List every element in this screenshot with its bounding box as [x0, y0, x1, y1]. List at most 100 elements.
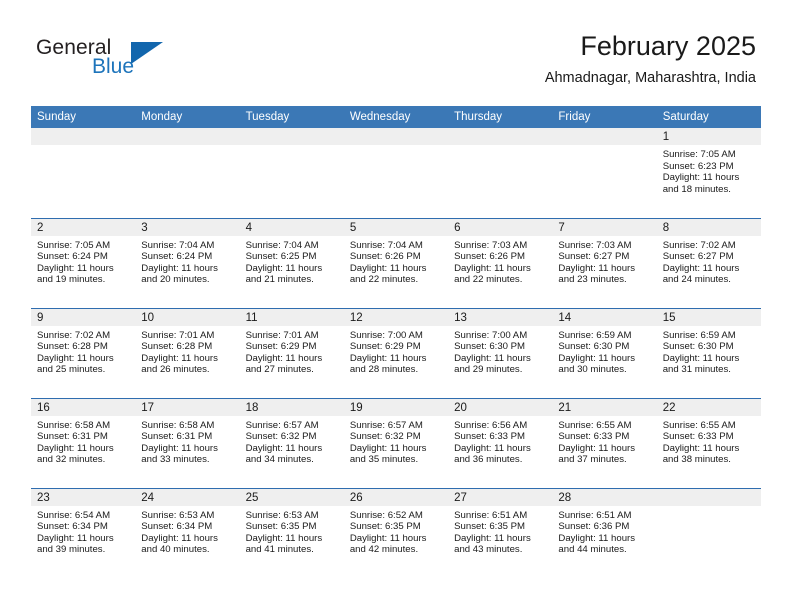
weekday-header-friday: Friday [552, 106, 657, 128]
calendar-day-cell[interactable]: 25 Sunrise: 6:53 AM Sunset: 6:35 PM Dayligh… [239, 487, 344, 578]
sunrise-text: Sunrise: 6:56 AM [454, 419, 528, 431]
day-number: 20 [448, 398, 553, 416]
sunrise-text: Sunrise: 7:04 AM [349, 239, 423, 251]
day-details: Sunrise: 6:57 AM Sunset: 6:32 PM Daylight:… [344, 416, 448, 466]
sunrise-text: Sunrise: 6:53 AM [245, 509, 319, 521]
day-details: Sunrise: 6:53 AM Sunset: 6:34 PM Daylight:… [135, 506, 239, 556]
calendar-day-cell[interactable]: 20 Sunrise: 6:56 AM Sunset: 6:33 PM Dayligh… [448, 397, 553, 488]
sunrise-text: Sunrise: 6:58 AM [141, 419, 215, 431]
sunset-text: Sunset: 6:34 PM [37, 521, 108, 533]
calendar-day-cell[interactable]: 28 Sunrise: 6:51 AM Sunset: 6:36 PM Dayligh… [552, 487, 657, 578]
sunrise-text: Sunrise: 6:51 AM [558, 509, 632, 521]
brand-logo[interactable]: General Blue [36, 36, 216, 88]
calendar-day-cell[interactable]: 15 Sunrise: 6:59 AM Sunset: 6:30 PM Dayligh… [656, 307, 761, 398]
calendar-empty-cell [31, 128, 136, 218]
day-details: Sunrise: 7:01 AM Sunset: 6:29 PM Daylight:… [240, 326, 344, 376]
daylight-text: Daylight: 11 hours and 30 minutes. [558, 352, 636, 376]
calendar-day-cell[interactable]: 10 Sunrise: 7:01 AM Sunset: 6:28 PM Dayligh… [135, 307, 240, 398]
calendar-empty-cell [239, 128, 344, 218]
daylight-text: Daylight: 11 hours and 32 minutes. [37, 442, 114, 466]
day-number [343, 128, 449, 145]
day-number: 25 [239, 488, 344, 506]
day-details: Sunrise: 6:52 AM Sunset: 6:35 PM Daylight:… [344, 506, 448, 556]
calendar-day-cell[interactable]: 26 Sunrise: 6:52 AM Sunset: 6:35 PM Dayligh… [343, 487, 449, 578]
daylight-text: Daylight: 11 hours and 38 minutes. [662, 442, 740, 466]
day-details: Sunrise: 6:58 AM Sunset: 6:31 PM Daylight:… [31, 416, 135, 466]
day-details: Sunrise: 6:59 AM Sunset: 6:30 PM Daylight:… [552, 326, 656, 376]
day-number: 12 [343, 308, 449, 326]
day-number: 5 [343, 218, 449, 236]
day-number: 9 [31, 308, 136, 326]
sunset-text: Sunset: 6:35 PM [454, 521, 526, 533]
brand-name-blue: Blue [92, 55, 135, 78]
sunrise-text: Sunrise: 7:00 AM [349, 329, 423, 341]
sunset-text: Sunset: 6:36 PM [558, 521, 630, 533]
calendar-header-row: Sunday Monday Tuesday Wednesday Thursday… [31, 106, 761, 128]
day-number: 8 [656, 218, 761, 236]
calendar-day-cell[interactable]: 19 Sunrise: 6:57 AM Sunset: 6:32 PM Dayligh… [343, 397, 449, 488]
day-details: Sunrise: 6:54 AM Sunset: 6:34 PM Daylight:… [31, 506, 135, 556]
calendar-day-cell[interactable]: 13 Sunrise: 7:00 AM Sunset: 6:30 PM Dayligh… [448, 307, 553, 398]
title-block: February 2025 Ahmadnagar, Maharashtra, I… [545, 30, 756, 88]
sunrise-text: Sunrise: 6:59 AM [558, 329, 632, 341]
calendar-page: General Blue February 2025 Ahmadnagar, M… [0, 0, 792, 612]
day-number: 23 [31, 488, 136, 506]
daylight-text: Daylight: 11 hours and 44 minutes. [558, 532, 636, 556]
day-number [31, 128, 136, 145]
weekday-header-tuesday: Tuesday [239, 106, 344, 128]
calendar-day-cell[interactable]: 3 Sunrise: 7:04 AM Sunset: 6:24 PM Daylight… [135, 217, 240, 308]
calendar-day-cell[interactable]: 4 Sunrise: 7:04 AM Sunset: 6:25 PM Daylight… [239, 217, 344, 308]
calendar-day-cell[interactable]: 6 Sunrise: 7:03 AM Sunset: 6:26 PM Daylight… [448, 217, 553, 308]
day-details: Sunrise: 6:53 AM Sunset: 6:35 PM Daylight:… [240, 506, 344, 556]
calendar-week-row: 23 Sunrise: 6:54 AM Sunset: 6:34 PM Dayligh… [31, 487, 761, 578]
sunset-text: Sunset: 6:27 PM [558, 251, 630, 263]
day-number: 13 [448, 308, 553, 326]
day-details: Sunrise: 6:58 AM Sunset: 6:31 PM Daylight:… [135, 416, 239, 466]
day-number: 21 [552, 398, 657, 416]
calendar-day-cell[interactable]: 17 Sunrise: 6:58 AM Sunset: 6:31 PM Dayligh… [135, 397, 240, 488]
day-details: Sunrise: 7:03 AM Sunset: 6:26 PM Daylight:… [448, 236, 552, 286]
weekday-header-sunday: Sunday [31, 106, 136, 128]
calendar-empty-cell [448, 128, 553, 218]
day-number: 18 [239, 398, 344, 416]
daylight-text: Daylight: 11 hours and 18 minutes. [662, 172, 740, 195]
calendar-day-cell[interactable]: 16 Sunrise: 6:58 AM Sunset: 6:31 PM Dayligh… [31, 397, 136, 488]
day-number [135, 128, 240, 145]
calendar-day-cell[interactable]: 12 Sunrise: 7:00 AM Sunset: 6:29 PM Dayligh… [343, 307, 449, 398]
calendar-day-cell[interactable]: 22 Sunrise: 6:55 AM Sunset: 6:33 PM Dayligh… [656, 397, 761, 488]
day-number: 7 [552, 218, 657, 236]
calendar-day-cell[interactable]: 18 Sunrise: 6:57 AM Sunset: 6:32 PM Dayligh… [239, 397, 344, 488]
sunrise-text: Sunrise: 7:01 AM [141, 329, 215, 341]
calendar-week-row: 16 Sunrise: 6:58 AM Sunset: 6:31 PM Dayligh… [31, 397, 761, 488]
daylight-text: Daylight: 11 hours and 25 minutes. [37, 352, 114, 376]
sunset-text: Sunset: 6:25 PM [245, 251, 317, 263]
day-details: Sunrise: 6:57 AM Sunset: 6:32 PM Daylight:… [240, 416, 344, 466]
calendar-day-cell[interactable]: 1 Sunrise: 7:05 AM Sunset: 6:23 PM Daylight… [656, 128, 761, 218]
calendar-day-cell[interactable]: 8 Sunrise: 7:02 AM Sunset: 6:27 PM Daylight… [656, 217, 761, 308]
calendar-empty-cell [552, 128, 657, 218]
calendar-day-cell[interactable]: 14 Sunrise: 6:59 AM Sunset: 6:30 PM Dayligh… [552, 307, 657, 398]
calendar-day-cell[interactable]: 5 Sunrise: 7:04 AM Sunset: 6:26 PM Daylight… [343, 217, 449, 308]
sunset-text: Sunset: 6:33 PM [558, 431, 630, 443]
sunrise-text: Sunrise: 6:54 AM [37, 509, 111, 521]
sunset-text: Sunset: 6:28 PM [141, 341, 213, 353]
calendar-day-cell[interactable]: 7 Sunrise: 7:03 AM Sunset: 6:27 PM Daylight… [552, 217, 657, 308]
day-details: Sunrise: 6:51 AM Sunset: 6:35 PM Daylight:… [448, 506, 552, 556]
calendar-day-cell[interactable]: 11 Sunrise: 7:01 AM Sunset: 6:29 PM Dayligh… [239, 307, 344, 398]
day-details: Sunrise: 7:05 AM Sunset: 6:23 PM Daylight:… [657, 145, 761, 195]
sunrise-text: Sunrise: 6:57 AM [349, 419, 423, 431]
sunset-text: Sunset: 6:32 PM [349, 431, 421, 443]
day-number: 15 [656, 308, 761, 326]
sunrise-text: Sunrise: 7:04 AM [245, 239, 319, 251]
calendar-day-cell[interactable]: 24 Sunrise: 6:53 AM Sunset: 6:34 PM Dayligh… [135, 487, 240, 578]
calendar-day-cell[interactable]: 21 Sunrise: 6:55 AM Sunset: 6:33 PM Dayligh… [552, 397, 657, 488]
day-details: Sunrise: 7:04 AM Sunset: 6:24 PM Daylight:… [135, 236, 239, 286]
day-number: 4 [239, 218, 344, 236]
daylight-text: Daylight: 11 hours and 43 minutes. [454, 532, 531, 556]
calendar-day-cell[interactable]: 27 Sunrise: 6:51 AM Sunset: 6:35 PM Dayligh… [448, 487, 553, 578]
calendar-day-cell[interactable]: 9 Sunrise: 7:02 AM Sunset: 6:28 PM Daylight… [31, 307, 136, 398]
sunset-text: Sunset: 6:34 PM [141, 521, 213, 533]
calendar-day-cell[interactable]: 2 Sunrise: 7:05 AM Sunset: 6:24 PM Daylight… [31, 217, 136, 308]
calendar-day-cell[interactable]: 23 Sunrise: 6:54 AM Sunset: 6:34 PM Dayligh… [31, 487, 136, 578]
day-details: Sunrise: 6:55 AM Sunset: 6:33 PM Daylight:… [552, 416, 656, 466]
